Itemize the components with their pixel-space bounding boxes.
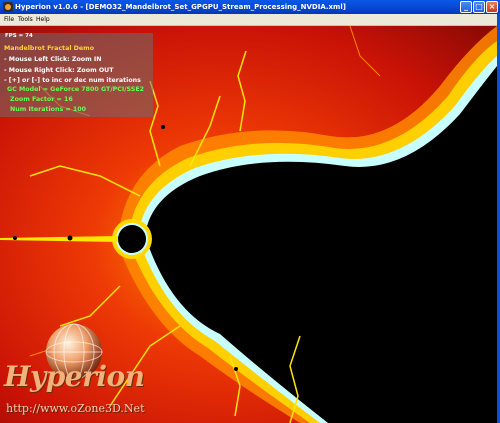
instruction-iterations: - [+] or [-] to inc or dec num iteration…	[4, 77, 141, 84]
zoom-factor: Zoom Factor = 16	[10, 96, 73, 103]
app-icon	[3, 2, 13, 12]
window-title: Hyperion v1.0.6 - [DEMO32_Mandelbrot_Set…	[15, 3, 346, 11]
instruction-zoom-out: - Mouse Right Click: Zoom OUT	[4, 67, 114, 74]
num-iterations: Num Iterations = 100	[10, 106, 87, 113]
logo-url: http://www.oZone3D.Net	[6, 402, 145, 415]
app-window: Hyperion v1.0.6 - [DEMO32_Mandelbrot_Set…	[0, 0, 500, 423]
demo-title: Mandelbrot Fractal Demo	[4, 45, 95, 52]
close-button[interactable]: ×	[486, 1, 498, 13]
title-bar[interactable]: Hyperion v1.0.6 - [DEMO32_Mandelbrot_Set…	[0, 0, 500, 14]
logo-wordmark: Hyperion	[4, 360, 145, 393]
menu-bar: File Tools Help	[0, 14, 500, 26]
minimize-button[interactable]: _	[460, 1, 472, 13]
instruction-zoom-in: - Mouse Left Click: Zoom IN	[4, 56, 102, 63]
fps-counter: FPS = 74	[5, 33, 33, 39]
maximize-button[interactable]: □	[473, 1, 485, 13]
menu-tools[interactable]: Tools	[18, 14, 33, 25]
gc-model: GC Model = GeForce 7800 GT/PCI/SSE2	[7, 86, 145, 93]
menu-file[interactable]: File	[4, 14, 14, 25]
menu-help[interactable]: Help	[36, 14, 50, 25]
